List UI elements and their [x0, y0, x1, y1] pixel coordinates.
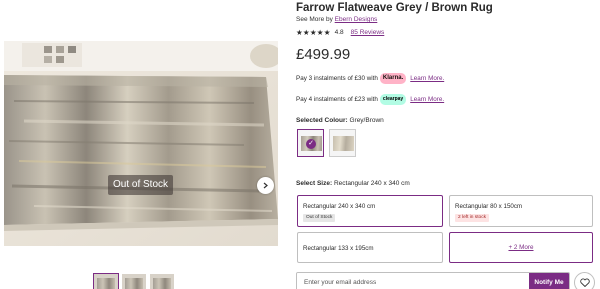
clearpay-instalments: Pay 4 instalments of £23 with clearpay L…: [296, 94, 444, 105]
size-value: Rectangular 240 x 340 cm: [333, 180, 410, 187]
wishlist-button[interactable]: [574, 272, 595, 289]
size-option-80x150[interactable]: Rectangular 80 x 150cm 2 left in stock: [449, 195, 593, 227]
product-gallery: Out of Stock: [0, 0, 283, 289]
more-sizes-link[interactable]: + 2 More: [450, 244, 592, 251]
selected-colour-label: Selected Colour: Grey/Brown: [296, 117, 384, 124]
main-product-image[interactable]: Out of Stock: [4, 41, 278, 246]
clearpay-text: Pay 4 instalments of £23 with: [296, 96, 378, 103]
rug-room-photo: [4, 41, 278, 246]
colour-swatch-grey-brown[interactable]: ✓: [297, 129, 324, 157]
size-label: Select Size:: [296, 180, 333, 187]
thumbnail-3[interactable]: [150, 274, 174, 289]
product-title: Farrow Flatweave Grey / Brown Rug: [296, 2, 493, 14]
thumbnail-strip: [93, 273, 174, 289]
klarna-text: Pay 3 instalments of £30 with: [296, 75, 378, 82]
chevron-right-icon: [263, 182, 268, 189]
low-stock-badge: 2 left in stock: [455, 214, 489, 222]
klarna-instalments: Pay 3 instalments of £30 with Klarna. Le…: [296, 73, 444, 84]
thumbnail-1[interactable]: [93, 273, 119, 289]
next-image-button[interactable]: [257, 177, 274, 194]
rating-row: ★★★★★ 4.8 85 Reviews: [296, 28, 384, 37]
size-option-name: Rectangular 80 x 150cm: [455, 203, 523, 210]
select-size-label: Select Size: Rectangular 240 x 340 cm: [296, 180, 410, 187]
size-option-133x195[interactable]: Rectangular 133 x 195cm: [297, 232, 443, 263]
rating-average: 4.8: [334, 29, 344, 36]
size-option-name: Rectangular 133 x 195cm: [303, 245, 374, 252]
brand-line: See More by Ebern Designs: [296, 16, 377, 23]
clearpay-learn-more-link[interactable]: Learn More.: [410, 96, 444, 103]
more-sizes-button[interactable]: + 2 More: [449, 232, 593, 263]
brand-link[interactable]: Ebern Designs: [335, 16, 378, 23]
heart-icon: [579, 278, 590, 287]
colour-swatch-2[interactable]: [329, 129, 356, 157]
product-details-panel: Farrow Flatweave Grey / Brown Rug See Mo…: [296, 0, 596, 289]
thumbnail-2[interactable]: [122, 274, 146, 289]
out-of-stock-overlay: Out of Stock: [108, 175, 174, 195]
see-more-prefix: See More by: [296, 16, 333, 23]
out-of-stock-badge: Out of Stock: [303, 214, 336, 222]
colour-label: Selected Colour:: [296, 117, 348, 124]
notify-form: Notify Me: [296, 272, 570, 289]
size-option-name: Rectangular 240 x 340 cm: [303, 203, 376, 210]
product-price: £499.99: [296, 46, 351, 63]
notify-me-button[interactable]: Notify Me: [529, 273, 569, 289]
star-rating-icon: ★★★★★: [296, 28, 331, 37]
colour-value: Grey/Brown: [349, 117, 384, 124]
klarna-logo: Klarna.: [379, 73, 407, 84]
klarna-learn-more-link[interactable]: Learn More.: [410, 75, 444, 82]
checkmark-icon: ✓: [306, 139, 316, 149]
clearpay-logo: clearpay: [379, 94, 407, 105]
reviews-link[interactable]: 85 Reviews: [351, 29, 385, 36]
size-option-240x340[interactable]: Rectangular 240 x 340 cm Out of Stock: [297, 195, 443, 227]
email-input[interactable]: [297, 273, 529, 289]
